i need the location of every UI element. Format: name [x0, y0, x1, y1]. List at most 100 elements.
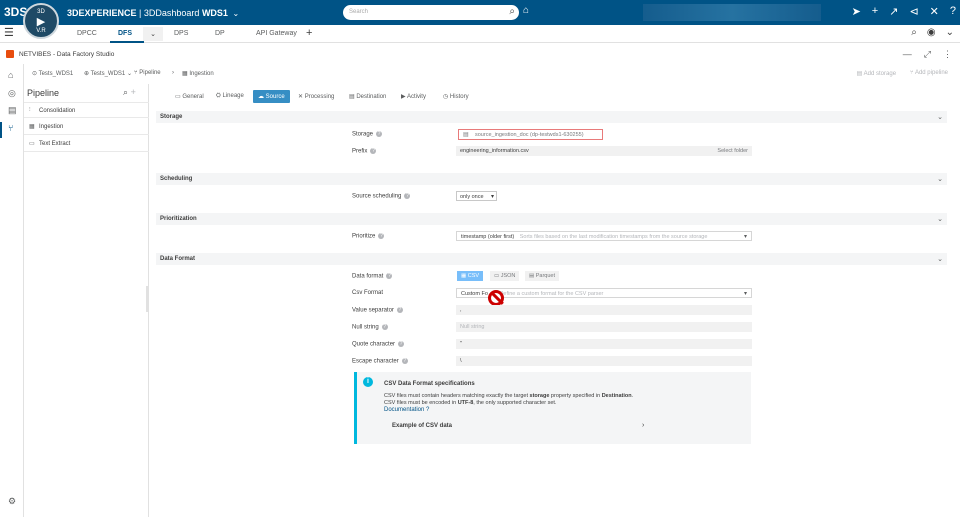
tab-label: Lineage — [222, 93, 244, 99]
add-storage-button[interactable]: ▤ Add storage — [857, 70, 896, 77]
search-icon[interactable]: ⌕ — [509, 6, 515, 17]
source-scheduling-label: Source scheduling? — [352, 193, 411, 200]
chevron-down-icon[interactable]: ⌄ — [937, 113, 943, 121]
help-icon[interactable]: ? — [396, 307, 403, 313]
tag-icon[interactable]: ⌂ — [523, 5, 529, 16]
format-json-button[interactable]: ▭ JSON — [490, 271, 520, 281]
tab-dfs[interactable]: DFS — [118, 30, 132, 37]
value-separator-input[interactable]: , — [456, 305, 752, 315]
brand-label: 3DEXPERIENCE — [67, 8, 137, 18]
tab-label: Source — [265, 94, 285, 100]
section-storage[interactable]: Storage ⌄ — [156, 111, 947, 123]
blurred-region — [643, 4, 821, 21]
tab-activity[interactable]: ▶ Activity — [396, 90, 431, 103]
expand-icon[interactable]: ⌄ — [946, 27, 954, 38]
tab-dpcc[interactable]: DPCC — [77, 30, 97, 37]
section-title: Prioritization — [160, 216, 197, 222]
add-icon[interactable]: + — [872, 5, 878, 18]
section-prioritization[interactable]: Prioritization ⌄ — [156, 213, 947, 225]
help-icon[interactable]: ? — [376, 131, 383, 137]
pipeline-icon[interactable]: ⑂ — [8, 123, 13, 133]
pipeline-item-text-extract[interactable]: ▭ Text Extract — [24, 136, 149, 152]
help-icon[interactable]: ? — [404, 193, 411, 199]
help-icon[interactable]: ? — [378, 233, 385, 239]
help-icon[interactable]: ? — [386, 273, 393, 279]
null-string-input[interactable]: Null string — [456, 322, 752, 332]
select-value: Custom Fo — [461, 291, 488, 297]
prioritize-select[interactable]: timestamp (older first) Sorts files base… — [456, 231, 752, 241]
tab-api-gateway[interactable]: API Gateway — [256, 30, 297, 37]
storage-icon[interactable]: ▤ — [8, 105, 17, 116]
breadcrumb-actions: ▤ Add storage ⑂ Add pipeline — [857, 70, 948, 77]
section-data-format[interactable]: Data Format ⌄ — [156, 253, 947, 265]
search-icon[interactable]: ⌕ — [123, 87, 128, 97]
tab-menu-chevron[interactable]: ⌄ — [143, 27, 163, 41]
add-icon[interactable]: + — [131, 87, 136, 97]
panel-resize-handle[interactable] — [146, 286, 148, 312]
chevron-down-icon[interactable]: ⌄ — [232, 9, 239, 18]
breadcrumb-item[interactable]: ⊙ Tests_WDS1 — [32, 70, 73, 77]
info-text: CSV files must contain headers matching … — [384, 393, 530, 399]
platform-title[interactable]: 3DEXPERIENCE | 3DDashboard WDS1 ⌄ — [67, 8, 239, 18]
example-csv-toggle[interactable]: Example of CSV data — [392, 423, 452, 429]
chevron-right-icon[interactable]: › — [642, 422, 644, 429]
menu-icon[interactable]: ☰ — [4, 26, 14, 39]
tab-dp[interactable]: DP — [215, 30, 225, 37]
section-title: Storage — [160, 114, 183, 120]
prefix-field[interactable]: engineering_information.csv Select folde… — [456, 146, 752, 156]
tab-general[interactable]: ▭ General — [170, 90, 209, 103]
help-icon[interactable]: ? — [398, 341, 405, 347]
format-parquet-button[interactable]: ▤ Parquet — [525, 271, 559, 281]
pipeline-tools: ⌕ + — [123, 87, 136, 98]
maximize-icon[interactable]: ⤢ — [924, 49, 931, 60]
share-icon[interactable]: ↗ — [889, 5, 898, 18]
chevron-down-icon[interactable]: ⌄ — [937, 175, 943, 183]
explore-icon[interactable]: ◎ — [8, 88, 16, 99]
tab-lineage[interactable]: ⛭ Lineage — [211, 90, 249, 103]
chevron-down-icon[interactable]: ⌄ — [937, 255, 943, 263]
add-pipeline-button[interactable]: ⑂ Add pipeline — [910, 70, 948, 77]
quote-character-input[interactable]: " — [456, 339, 752, 349]
storage-value: source_ingestion_doc (dp-testwds1-630255… — [475, 132, 584, 138]
tab-destination[interactable]: ▤ Destination — [344, 90, 391, 103]
tab-dps[interactable]: DPS — [174, 30, 188, 37]
pipeline-item-consolidation[interactable]: ⫶ Consolidation — [24, 102, 149, 118]
escape-character-input[interactable]: \ — [456, 356, 752, 366]
storage-field[interactable]: ▤ source_ingestion_doc (dp-testwds1-6302… — [458, 129, 603, 140]
section-scheduling[interactable]: Scheduling ⌄ — [156, 173, 947, 185]
help-icon[interactable]: ? — [370, 148, 377, 154]
breadcrumb-label: Tests_WDS1 — [90, 71, 126, 77]
format-csv-button[interactable]: ▦ CSV — [457, 271, 484, 281]
tab-processing[interactable]: ✕ Processing — [293, 90, 339, 103]
toggle-icon[interactable]: ◉ — [927, 27, 936, 38]
minimize-icon[interactable]: — — [903, 49, 912, 60]
select-folder-button[interactable]: Select folder — [713, 146, 752, 156]
search-input[interactable]: Search ⌕ — [343, 5, 519, 20]
add-storage-label: Add storage — [863, 71, 897, 77]
tab-history[interactable]: ◷ History — [438, 90, 474, 103]
network-icon[interactable]: ⊲ — [909, 5, 918, 18]
settings-icon[interactable]: ⚙ — [8, 496, 16, 507]
app-bar: NETVIBES - Data Factory Studio — ⤢ ⋮ — [0, 45, 960, 63]
breadcrumb-item[interactable]: ⑂ Pipeline — [134, 70, 161, 76]
table-icon: ▦ — [29, 124, 35, 130]
documentation-link[interactable]: Documentation ? — [384, 407, 429, 413]
pipeline-title: Pipeline — [27, 88, 60, 98]
help-icon[interactable]: ? — [401, 358, 408, 364]
add-tab-icon[interactable]: + — [306, 27, 312, 39]
tab-source[interactable]: ☁ Source — [253, 90, 290, 103]
source-scheduling-select[interactable]: only once ▾ — [456, 191, 497, 201]
search-widget-icon[interactable]: ⌕ — [911, 27, 917, 38]
more-icon[interactable]: ⋮ — [943, 49, 952, 60]
help-icon[interactable]: ? — [381, 324, 388, 330]
feed-icon[interactable]: ➤ — [852, 5, 861, 18]
breadcrumb-item[interactable]: ⊕ Tests_WDS1 ⌄ — [84, 70, 132, 77]
prefix-value: engineering_information.csv — [460, 148, 529, 154]
help-icon[interactable]: ? — [950, 5, 956, 18]
tools-icon[interactable]: ✕ — [930, 5, 939, 18]
chevron-down-icon[interactable]: ⌄ — [937, 215, 943, 223]
home-icon[interactable]: ⌂ — [8, 70, 13, 80]
link-label: Documentation — [384, 407, 425, 413]
compass-avatar[interactable]: 3D ▶ V.R — [23, 3, 59, 39]
pipeline-item-ingestion[interactable]: ▦ Ingestion — [24, 119, 149, 135]
